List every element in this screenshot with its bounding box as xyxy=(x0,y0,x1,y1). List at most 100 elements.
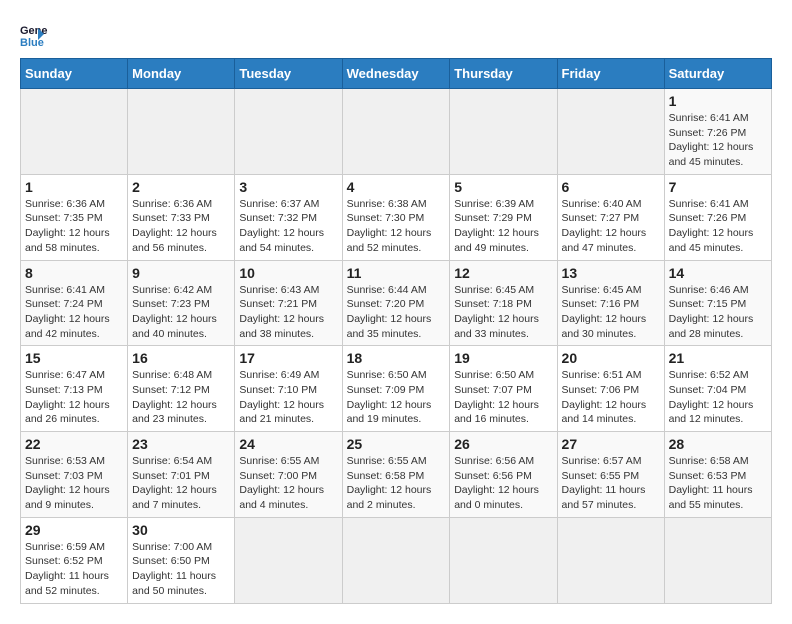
day-number: 8 xyxy=(25,265,123,281)
header-cell-thursday: Thursday xyxy=(450,59,557,89)
day-info: Sunrise: 6:43 AM Sunset: 7:21 PM Dayligh… xyxy=(239,283,337,342)
logo: General Blue xyxy=(20,20,52,48)
day-info: Sunrise: 6:44 AM Sunset: 7:20 PM Dayligh… xyxy=(347,283,446,342)
svg-text:General: General xyxy=(20,25,48,37)
day-info: Sunrise: 6:45 AM Sunset: 7:18 PM Dayligh… xyxy=(454,283,552,342)
header-cell-friday: Friday xyxy=(557,59,664,89)
day-info: Sunrise: 6:50 AM Sunset: 7:09 PM Dayligh… xyxy=(347,368,446,427)
day-number: 10 xyxy=(239,265,337,281)
calendar-cell: 9Sunrise: 6:42 AM Sunset: 7:23 PM Daylig… xyxy=(128,260,235,346)
day-info: Sunrise: 6:55 AM Sunset: 6:58 PM Dayligh… xyxy=(347,454,446,513)
day-info: Sunrise: 6:49 AM Sunset: 7:10 PM Dayligh… xyxy=(239,368,337,427)
calendar-cell xyxy=(450,89,557,175)
calendar-header-row: SundayMondayTuesdayWednesdayThursdayFrid… xyxy=(21,59,772,89)
day-info: Sunrise: 7:00 AM Sunset: 6:50 PM Dayligh… xyxy=(132,540,230,599)
day-number: 23 xyxy=(132,436,230,452)
calendar-week-row: 29Sunrise: 6:59 AM Sunset: 6:52 PM Dayli… xyxy=(21,517,772,603)
day-info: Sunrise: 6:41 AM Sunset: 7:26 PM Dayligh… xyxy=(669,111,767,170)
day-number: 7 xyxy=(669,179,767,195)
day-number: 17 xyxy=(239,350,337,366)
calendar-cell: 7Sunrise: 6:41 AM Sunset: 7:26 PM Daylig… xyxy=(664,174,771,260)
calendar-cell: 23 Sunrise: 6:54 AM Sunset: 7:01 PM Dayli… xyxy=(128,432,235,518)
day-info: Sunrise: 6:46 AM Sunset: 7:15 PM Dayligh… xyxy=(669,283,767,342)
calendar-cell: 14Sunrise: 6:46 AM Sunset: 7:15 PM Dayli… xyxy=(664,260,771,346)
day-info: Sunrise: 6:56 AM Sunset: 6:56 PM Dayligh… xyxy=(454,454,552,513)
calendar-cell: 10 Sunrise: 6:43 AM Sunset: 7:21 PM Dayli… xyxy=(235,260,342,346)
calendar-cell: 17 Sunrise: 6:49 AM Sunset: 7:10 PM Dayli… xyxy=(235,346,342,432)
calendar-cell: 20 Sunrise: 6:51 AM Sunset: 7:06 PM Dayli… xyxy=(557,346,664,432)
calendar-cell: 30 Sunrise: 7:00 AM Sunset: 6:50 PM Dayli… xyxy=(128,517,235,603)
calendar-cell xyxy=(664,517,771,603)
day-number: 22 xyxy=(25,436,123,452)
day-number: 28 xyxy=(669,436,767,452)
day-info: Sunrise: 6:59 AM Sunset: 6:52 PM Dayligh… xyxy=(25,540,123,599)
calendar-cell: 21Sunrise: 6:52 AM Sunset: 7:04 PM Dayli… xyxy=(664,346,771,432)
day-info: Sunrise: 6:37 AM Sunset: 7:32 PM Dayligh… xyxy=(239,197,337,256)
calendar-cell xyxy=(342,517,450,603)
calendar-cell: 6Sunrise: 6:40 AM Sunset: 7:27 PM Daylig… xyxy=(557,174,664,260)
day-info: Sunrise: 6:50 AM Sunset: 7:07 PM Dayligh… xyxy=(454,368,552,427)
calendar-cell: 25 Sunrise: 6:55 AM Sunset: 6:58 PM Dayli… xyxy=(342,432,450,518)
day-info: Sunrise: 6:40 AM Sunset: 7:27 PM Dayligh… xyxy=(562,197,660,256)
day-number: 18 xyxy=(347,350,446,366)
day-number: 5 xyxy=(454,179,552,195)
calendar-cell: 8 Sunrise: 6:41 AM Sunset: 7:24 PM Daylig… xyxy=(21,260,128,346)
day-number: 4 xyxy=(347,179,446,195)
day-number: 19 xyxy=(454,350,552,366)
calendar-cell: 12 Sunrise: 6:45 AM Sunset: 7:18 PM Dayli… xyxy=(450,260,557,346)
day-info: Sunrise: 6:52 AM Sunset: 7:04 PM Dayligh… xyxy=(669,368,767,427)
calendar-cell: 27Sunrise: 6:57 AM Sunset: 6:55 PM Dayli… xyxy=(557,432,664,518)
day-number: 2 xyxy=(132,179,230,195)
calendar-cell: 1 Sunrise: 6:41 AM Sunset: 7:26 PM Daylig… xyxy=(664,89,771,175)
day-number: 11 xyxy=(347,265,446,281)
logo-icon: General Blue xyxy=(20,20,48,48)
calendar-cell xyxy=(21,89,128,175)
calendar-table: SundayMondayTuesdayWednesdayThursdayFrid… xyxy=(20,58,772,604)
header-cell-wednesday: Wednesday xyxy=(342,59,450,89)
svg-text:Blue: Blue xyxy=(20,37,44,48)
day-number: 25 xyxy=(347,436,446,452)
calendar-week-row: 1 Sunrise: 6:36 AM Sunset: 7:35 PM Daylig… xyxy=(21,174,772,260)
day-info: Sunrise: 6:41 AM Sunset: 7:24 PM Dayligh… xyxy=(25,283,123,342)
calendar-cell: 26 Sunrise: 6:56 AM Sunset: 6:56 PM Dayli… xyxy=(450,432,557,518)
day-number: 24 xyxy=(239,436,337,452)
calendar-cell: 15 Sunrise: 6:47 AM Sunset: 7:13 PM Dayli… xyxy=(21,346,128,432)
day-info: Sunrise: 6:36 AM Sunset: 7:35 PM Dayligh… xyxy=(25,197,123,256)
day-number: 15 xyxy=(25,350,123,366)
day-number: 30 xyxy=(132,522,230,538)
calendar-week-row: 15 Sunrise: 6:47 AM Sunset: 7:13 PM Dayli… xyxy=(21,346,772,432)
header-cell-monday: Monday xyxy=(128,59,235,89)
day-number: 1 xyxy=(669,93,767,109)
header: General Blue xyxy=(20,20,772,48)
day-info: Sunrise: 6:36 AM Sunset: 7:33 PM Dayligh… xyxy=(132,197,230,256)
day-number: 9 xyxy=(132,265,230,281)
calendar-cell xyxy=(128,89,235,175)
day-info: Sunrise: 6:47 AM Sunset: 7:13 PM Dayligh… xyxy=(25,368,123,427)
calendar-cell xyxy=(342,89,450,175)
calendar-cell: 4 Sunrise: 6:38 AM Sunset: 7:30 PM Daylig… xyxy=(342,174,450,260)
calendar-cell xyxy=(557,517,664,603)
day-info: Sunrise: 6:38 AM Sunset: 7:30 PM Dayligh… xyxy=(347,197,446,256)
day-number: 12 xyxy=(454,265,552,281)
calendar-cell: 28Sunrise: 6:58 AM Sunset: 6:53 PM Dayli… xyxy=(664,432,771,518)
day-number: 26 xyxy=(454,436,552,452)
day-info: Sunrise: 6:54 AM Sunset: 7:01 PM Dayligh… xyxy=(132,454,230,513)
day-info: Sunrise: 6:48 AM Sunset: 7:12 PM Dayligh… xyxy=(132,368,230,427)
day-info: Sunrise: 6:45 AM Sunset: 7:16 PM Dayligh… xyxy=(562,283,660,342)
calendar-cell xyxy=(235,89,342,175)
day-info: Sunrise: 6:51 AM Sunset: 7:06 PM Dayligh… xyxy=(562,368,660,427)
day-number: 20 xyxy=(562,350,660,366)
calendar-cell: 5Sunrise: 6:39 AM Sunset: 7:29 PM Daylig… xyxy=(450,174,557,260)
calendar-cell: 11 Sunrise: 6:44 AM Sunset: 7:20 PM Dayli… xyxy=(342,260,450,346)
day-number: 1 xyxy=(25,179,123,195)
day-number: 3 xyxy=(239,179,337,195)
calendar-cell: 3 Sunrise: 6:37 AM Sunset: 7:32 PM Daylig… xyxy=(235,174,342,260)
calendar-cell: 2 Sunrise: 6:36 AM Sunset: 7:33 PM Daylig… xyxy=(128,174,235,260)
calendar-cell xyxy=(450,517,557,603)
header-cell-tuesday: Tuesday xyxy=(235,59,342,89)
day-info: Sunrise: 6:55 AM Sunset: 7:00 PM Dayligh… xyxy=(239,454,337,513)
calendar-cell: 18 Sunrise: 6:50 AM Sunset: 7:09 PM Dayli… xyxy=(342,346,450,432)
calendar-week-row: 22Sunrise: 6:53 AM Sunset: 7:03 PM Dayli… xyxy=(21,432,772,518)
header-cell-saturday: Saturday xyxy=(664,59,771,89)
calendar-week-row: 1 Sunrise: 6:41 AM Sunset: 7:26 PM Daylig… xyxy=(21,89,772,175)
